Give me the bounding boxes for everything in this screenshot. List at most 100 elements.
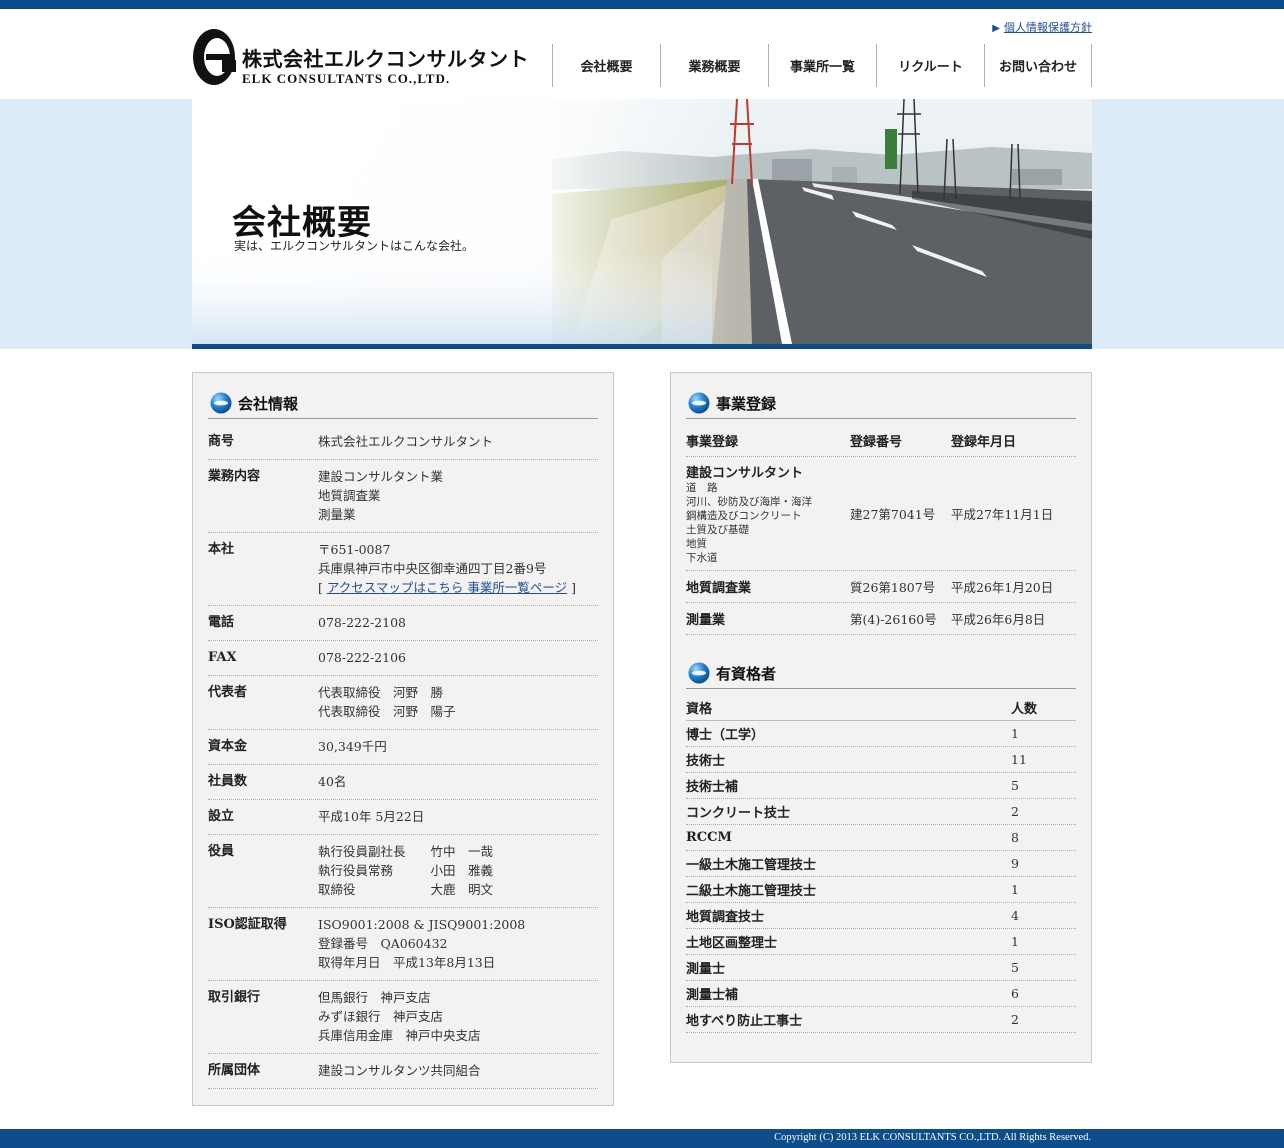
company-info-title: 会社情報 [238, 395, 299, 413]
copyright: Copyright (C) 2013 ELK CONSULTANTS CO.,L… [774, 1132, 1091, 1143]
table-row: 土地区画整理士 1 [686, 929, 1076, 955]
registration-sub: 河川、砂防及び海岸・海洋 [686, 496, 812, 508]
globe-bullet-icon [688, 662, 710, 684]
info-row-representative: 代表者 代表取締役 河野 勝 代表取締役 河野 陽子 [208, 676, 598, 730]
logo-english-name: ELK CONSULTANTS CO.,LTD. [242, 71, 451, 86]
info-line: 建設コンサルタンツ共同組合 [318, 1063, 481, 1078]
registration-date: 平成26年6月8日 [951, 612, 1046, 627]
table-row: 地すべり防止工事士 2 [686, 1007, 1076, 1033]
info-row-employees: 社員数 40名 [208, 765, 598, 800]
info-value: 30,349千円 [318, 737, 598, 756]
info-label: 代表者 [208, 685, 248, 700]
table-row: 地質調査技士 4 [686, 903, 1076, 929]
qualification-count: 8 [1011, 830, 1019, 845]
info-line: 兵庫信用金庫 神戸中央支店 [318, 1028, 481, 1043]
registration-sub: 鋼構造及びコンクリート [686, 510, 802, 522]
nav-recruit[interactable]: リクルート [876, 44, 984, 87]
column-header: 資格 [686, 702, 713, 717]
qualification-count: 1 [1011, 726, 1019, 741]
registration-sub: 地質 [686, 538, 707, 550]
company-logo[interactable]: 株式会社エルクコンサルタント ELK CONSULTANTS CO.,LTD. [192, 28, 532, 90]
qualifications-heading: 有資格者 [686, 659, 1076, 689]
column-header: 事業登録 [686, 435, 739, 450]
info-value: 株式会社エルクコンサルタント [318, 432, 598, 451]
qualification-name: RCCM [686, 830, 732, 845]
info-value: 40名 [318, 772, 598, 791]
bracket-open: [ [318, 580, 327, 595]
info-value: 078-222-2108 [318, 613, 598, 632]
info-row-phone: 電話 078-222-2108 [208, 606, 598, 641]
info-value: 建設コンサルタント業 地質調査業 測量業 [318, 467, 598, 524]
info-value: ISO9001:2008 & JISQ9001:2008 登録番号 QA0604… [318, 915, 598, 972]
qualification-name: コンクリート技士 [686, 806, 791, 821]
info-row-founded: 設立 平成10年 5月22日 [208, 800, 598, 835]
qualification-name: 地質調査技士 [686, 910, 765, 925]
access-map-link[interactable]: アクセスマップはこちら 事業所一覧ページ [327, 580, 567, 595]
info-line: 但馬銀行 神戸支店 [318, 990, 431, 1005]
info-label: 取引銀行 [208, 990, 261, 1005]
info-row-fax: FAX 078-222-2106 [208, 641, 598, 676]
nav-business-overview[interactable]: 業務概要 [660, 44, 768, 87]
info-value: 078-222-2106 [318, 648, 598, 667]
info-line: 取得年月日 平成13年8月13日 [318, 955, 496, 970]
info-line: 兵庫県神戸市中央区御幸通四丁目2番9号 [318, 561, 547, 576]
qualification-count: 5 [1011, 960, 1019, 975]
registration-name: 建設コンサルタント [686, 466, 804, 481]
table-row: 地質調査業 質26第1807号 平成26年1月20日 [686, 571, 1076, 603]
info-label: 社員数 [208, 774, 248, 789]
info-value: 建設コンサルタンツ共同組合 [318, 1061, 598, 1080]
info-row-officers: 役員 執行役員副社長 竹中 一哉 執行役員常務 小田 雅義 取締役 大鹿 明文 [208, 835, 598, 908]
info-row-business: 業務内容 建設コンサルタント業 地質調査業 測量業 [208, 460, 598, 533]
info-label: ISO認証取得 [208, 917, 287, 932]
info-line: 登録番号 QA060432 [318, 936, 448, 951]
info-label: 電話 [208, 615, 235, 630]
info-value: 執行役員副社長 竹中 一哉 執行役員常務 小田 雅義 取締役 大鹿 明文 [318, 842, 598, 899]
globe-bullet-icon [688, 392, 710, 414]
registration-date: 平成27年11月1日 [951, 507, 1054, 522]
table-row: 測量業 第(4)-26160号 平成26年6月8日 [686, 603, 1076, 635]
info-line: 測量業 [318, 507, 356, 522]
info-line: 代表取締役 河野 勝 [318, 685, 444, 700]
qualifications-title: 有資格者 [716, 665, 777, 683]
column-header: 登録番号 [850, 435, 903, 450]
table-row: RCCM 8 [686, 825, 1076, 851]
info-value: 但馬銀行 神戸支店 みずほ銀行 神戸支店 兵庫信用金庫 神戸中央支店 [318, 988, 598, 1045]
info-value: 〒651-0087 兵庫県神戸市中央区御幸通四丁目2番9号 [ アクセスマップは… [318, 540, 598, 597]
info-line: 40名 [318, 774, 347, 789]
registration-title: 事業登録 [716, 395, 777, 413]
nav-contact[interactable]: お問い合わせ [984, 44, 1092, 87]
info-row-banks: 取引銀行 但馬銀行 神戸支店 みずほ銀行 神戸支店 兵庫信用金庫 神戸中央支店 [208, 981, 598, 1054]
company-info-table: 商号 株式会社エルクコンサルタント 業務内容 建設コンサルタント業 地質調査業 … [208, 425, 598, 1089]
nav-company-overview[interactable]: 会社概要 [552, 44, 660, 87]
registration-heading: 事業登録 [686, 389, 1076, 419]
table-row: 一級土木施工管理技士 9 [686, 851, 1076, 877]
table-row: 測量士 5 [686, 955, 1076, 981]
info-line: 代表取締役 河野 陽子 [318, 704, 456, 719]
registration-sub: 下水道 [686, 552, 718, 564]
info-label: FAX [208, 650, 237, 665]
qualification-name: 一級土木施工管理技士 [686, 858, 817, 873]
info-line: みずほ銀行 神戸支店 [318, 1009, 444, 1024]
column-header: 人数 [1011, 702, 1038, 717]
info-row-capital: 資本金 30,349千円 [208, 730, 598, 765]
info-line: 平成10年 5月22日 [318, 809, 425, 824]
registration-sub: 道 路 [686, 482, 718, 494]
qualification-name: 二級土木施工管理技士 [686, 884, 817, 899]
info-line: 執行役員副社長 竹中 一哉 [318, 844, 494, 859]
hero-subtitle: 実は、エルクコンサルタントはこんな会社。 [234, 239, 475, 253]
table-row: 技術士 11 [686, 747, 1076, 773]
table-row: 博士（工学） 1 [686, 721, 1076, 747]
info-label: 役員 [208, 844, 235, 859]
table-row: 建設コンサルタント 道 路 河川、砂防及び海岸・海洋 鋼構造及びコンクリート 土… [686, 457, 1076, 571]
logo-e-icon [193, 29, 236, 85]
nav-office-list[interactable]: 事業所一覧 [768, 44, 876, 87]
privacy-policy-link[interactable]: ▶ 個人情報保護方針 [992, 19, 1092, 35]
registration-name: 測量業 [686, 613, 726, 628]
access-map-line: [ アクセスマップはこちら 事業所一覧ページ ] [318, 578, 598, 597]
table-row: 測量士補 6 [686, 981, 1076, 1007]
info-line: 建設コンサルタント業 [318, 469, 444, 484]
logo-japanese-name: 株式会社エルクコンサルタント [242, 47, 529, 71]
qualification-count: 1 [1011, 882, 1019, 897]
qualification-count: 2 [1011, 804, 1019, 819]
info-value: 平成10年 5月22日 [318, 807, 598, 826]
